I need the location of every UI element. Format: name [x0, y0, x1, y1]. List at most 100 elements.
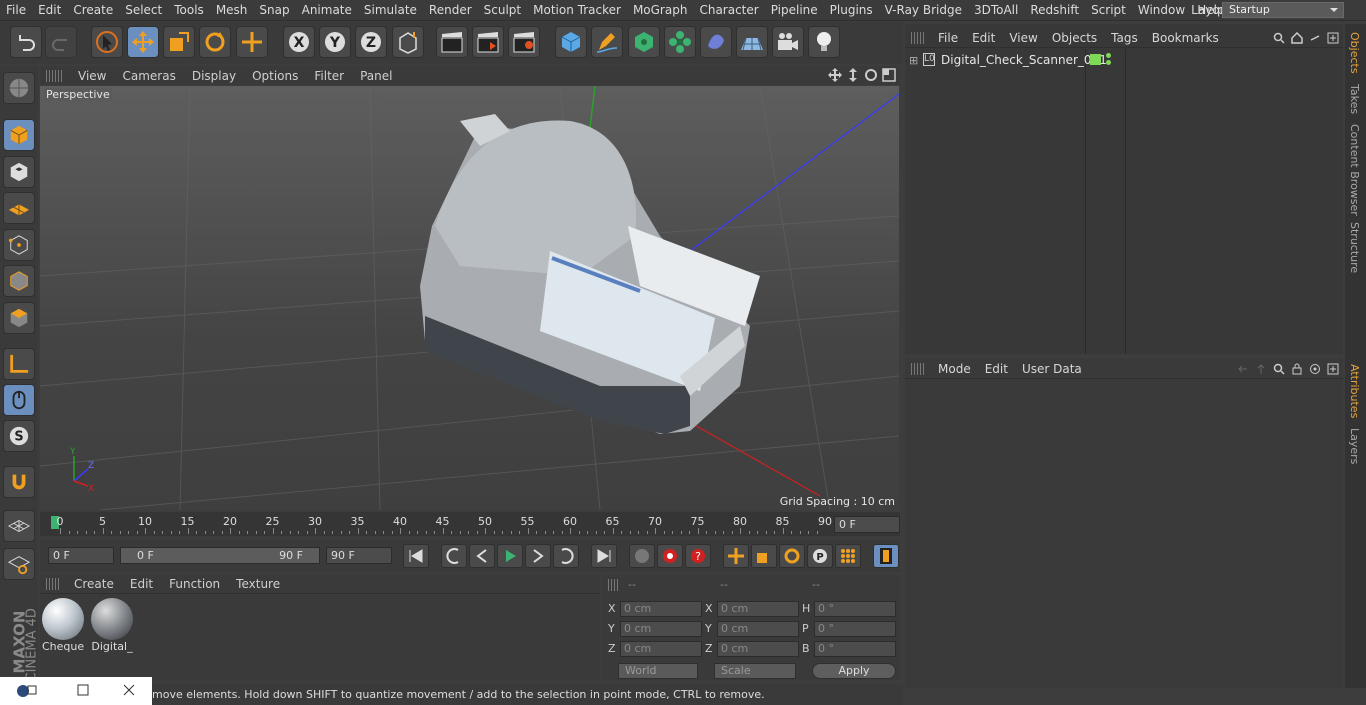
frame-range-slider[interactable]: 0 F 90 F	[120, 547, 320, 564]
viewport-menu-filter[interactable]: Filter	[306, 69, 352, 83]
menu-snap[interactable]: Snap	[253, 3, 295, 17]
coord-value-field[interactable]: 0 cm	[717, 641, 799, 657]
light-button[interactable]	[808, 26, 840, 58]
menu-redshift[interactable]: Redshift	[1024, 3, 1085, 17]
apply-button[interactable]: Apply	[812, 663, 896, 679]
menu-select[interactable]: Select	[119, 3, 168, 17]
coord-value-field[interactable]: 0 cm	[620, 601, 702, 617]
deformer-button[interactable]	[700, 26, 732, 58]
auto-key-button[interactable]	[657, 544, 683, 568]
object-menu-objects[interactable]: Objects	[1045, 31, 1104, 45]
restore-app-icon[interactable]	[16, 684, 38, 698]
perspective-viewport[interactable]: Y Z X Perspective Grid Spacing : 10 cm	[40, 86, 899, 510]
menu-character[interactable]: Character	[693, 3, 764, 17]
tweak-mode-button[interactable]	[3, 384, 35, 416]
material-menu-create[interactable]: Create	[66, 577, 122, 591]
attribute-menu-user-data[interactable]: User Data	[1015, 362, 1089, 376]
render-picture-viewer-button[interactable]	[472, 26, 504, 58]
menu-plugins[interactable]: Plugins	[824, 3, 879, 17]
material-digital[interactable]: Digital_	[91, 598, 133, 654]
material-cheque[interactable]: Cheque	[42, 598, 84, 654]
camera-button[interactable]	[772, 26, 804, 58]
attribute-menu-mode[interactable]: Mode	[931, 362, 978, 376]
tab-structure[interactable]: Structure	[1348, 222, 1361, 273]
floor-button[interactable]	[736, 26, 768, 58]
coordinate-system-button[interactable]	[392, 26, 424, 58]
menu-motion-tracker[interactable]: Motion Tracker	[527, 3, 627, 17]
menu-vray-bridge[interactable]: V-Ray Bridge	[879, 3, 968, 17]
close-icon[interactable]	[123, 684, 135, 696]
coord-value-field[interactable]: 0 °	[814, 621, 896, 637]
menu-mesh[interactable]: Mesh	[210, 3, 254, 17]
maximize-icon[interactable]	[882, 68, 896, 82]
object-name[interactable]: Digital_Check_Scanner_001	[941, 53, 1107, 67]
scale-tool-button[interactable]	[163, 26, 195, 58]
new-window-icon[interactable]	[1327, 363, 1339, 375]
next-key-button[interactable]	[553, 544, 579, 568]
transform-tool-button[interactable]	[236, 26, 268, 58]
tab-attributes[interactable]: Attributes	[1348, 364, 1361, 418]
z-axis-button[interactable]: Z	[355, 26, 387, 58]
snap-button[interactable]	[3, 466, 35, 498]
coordinate-mode-select[interactable]: Scale	[714, 663, 796, 679]
render-view-button[interactable]	[436, 26, 468, 58]
target-icon[interactable]	[1309, 363, 1321, 375]
goto-start-button[interactable]	[403, 544, 429, 568]
menu-create[interactable]: Create	[67, 3, 119, 17]
start-frame-field[interactable]: 0 F	[48, 547, 114, 564]
tab-objects[interactable]: Objects	[1348, 32, 1361, 74]
material-menu-texture[interactable]: Texture	[228, 577, 288, 591]
object-menu-bookmarks[interactable]: Bookmarks	[1145, 31, 1226, 45]
menu-animate[interactable]: Animate	[296, 3, 358, 17]
coord-value-field[interactable]: 0 °	[814, 601, 896, 617]
material-menu-edit[interactable]: Edit	[122, 577, 161, 591]
viewport-menu-view[interactable]: View	[70, 69, 114, 83]
undo-button[interactable]	[10, 26, 42, 58]
live-selection-button[interactable]	[91, 26, 123, 58]
menu-edit[interactable]: Edit	[32, 3, 67, 17]
coord-value-field[interactable]: 0 °	[814, 641, 896, 657]
link-icon[interactable]	[1309, 32, 1321, 44]
layer-color-swatch[interactable]	[1090, 54, 1101, 65]
key-position-button[interactable]	[723, 544, 749, 568]
menu-window[interactable]: Window	[1132, 3, 1191, 17]
new-window-icon[interactable]	[1327, 32, 1339, 44]
points-mode-button[interactable]	[3, 229, 35, 261]
prev-frame-button[interactable]	[469, 544, 495, 568]
menu-script[interactable]: Script	[1085, 3, 1132, 17]
pan-icon[interactable]	[828, 68, 842, 82]
menu-pipeline[interactable]: Pipeline	[765, 3, 824, 17]
menu-3dtoall[interactable]: 3DToAll	[968, 3, 1024, 17]
workplane-lock-button[interactable]	[3, 510, 35, 542]
coord-value-field[interactable]: 0 cm	[717, 621, 799, 637]
enable-axis-button[interactable]	[3, 348, 35, 380]
zoom-icon[interactable]	[846, 68, 860, 82]
edges-mode-button[interactable]	[3, 265, 35, 297]
timeline-ruler[interactable]: 0 5 10 15 20 25 30 35 40 45 50 55 60 65 70 75 80 85 90 0 F	[40, 512, 900, 536]
menu-file[interactable]: File	[0, 3, 32, 17]
current-frame-field[interactable]: 0 F	[834, 516, 900, 533]
make-editable-button[interactable]	[3, 72, 35, 104]
play-button[interactable]	[497, 544, 523, 568]
layout-select[interactable]: Startup	[1222, 2, 1344, 18]
search-icon[interactable]	[1273, 363, 1285, 375]
maximize-icon[interactable]	[77, 684, 89, 696]
keyframe-selection-button[interactable]: ?	[685, 544, 711, 568]
timeline-window-button[interactable]	[873, 544, 899, 568]
viewport-menu-options[interactable]: Options	[244, 69, 306, 83]
coord-value-field[interactable]: 0 cm	[717, 601, 799, 617]
up-arrow-icon[interactable]	[1255, 363, 1267, 375]
redo-button[interactable]	[45, 26, 77, 58]
pen-spline-button[interactable]	[591, 26, 623, 58]
y-axis-button[interactable]: Y	[319, 26, 351, 58]
menu-tools[interactable]: Tools	[168, 3, 210, 17]
home-icon[interactable]	[1291, 31, 1303, 44]
object-menu-view[interactable]: View	[1002, 31, 1044, 45]
x-axis-button[interactable]: X	[283, 26, 315, 58]
coord-value-field[interactable]: 0 cm	[620, 641, 702, 657]
tab-content-browser[interactable]: Content Browser	[1348, 124, 1361, 216]
model-mode-button[interactable]	[3, 119, 35, 151]
object-menu-tags[interactable]: Tags	[1104, 31, 1145, 45]
material-menu-function[interactable]: Function	[161, 577, 228, 591]
solo-button[interactable]: S	[3, 420, 35, 452]
